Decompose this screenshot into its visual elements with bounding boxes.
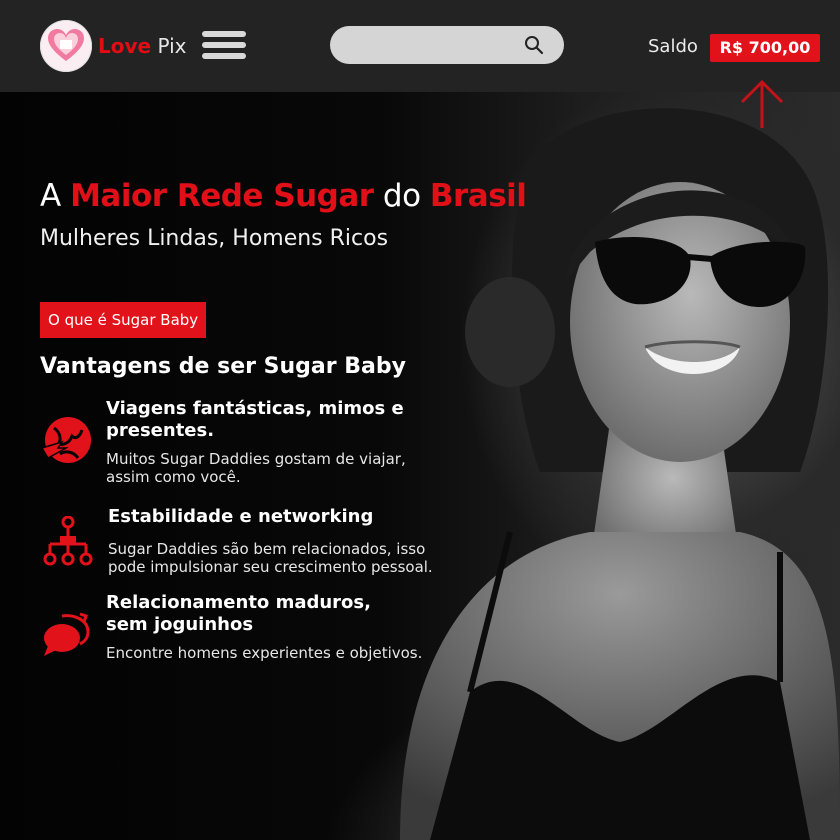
hamburger-line [202, 31, 246, 37]
menu-toggle-button[interactable] [202, 31, 246, 59]
search-icon[interactable] [524, 35, 544, 55]
hero-section: A Maior Rede Sugar do Brasil Mulheres Li… [0, 92, 840, 840]
title-highlight: Maior Rede Sugar [70, 178, 374, 214]
title-word: do [373, 178, 430, 214]
feature-title: Relacionamento maduros, sem joguinhos [106, 592, 371, 636]
feature-title: Estabilidade e networking [108, 506, 373, 528]
feature-title: Viagens fantásticas, mimos e presentes. [106, 398, 404, 442]
page: Love Pix Saldo R$ 700,00 A Maior Rede Su… [0, 0, 840, 840]
title-highlight: Brasil [429, 178, 527, 214]
chat-bubbles-icon [44, 612, 90, 656]
search-input[interactable] [344, 26, 518, 66]
feature-description: Sugar Daddies são bem relacionados, isso… [108, 540, 433, 576]
title-word: A [40, 178, 71, 214]
feature-title-line: Viagens fantásticas, mimos e [106, 398, 404, 419]
brand-name[interactable]: Love Pix [98, 34, 186, 58]
balance-badge[interactable]: R$ 700,00 [710, 34, 820, 62]
brand-pix: Pix [151, 34, 187, 58]
search-bar [330, 26, 564, 66]
feature-description: Encontre homens experientes e objetivos. [106, 644, 422, 662]
feature-desc-line: Encontre homens experientes e objetivos. [106, 644, 423, 662]
network-icon [43, 516, 93, 566]
logo[interactable] [40, 20, 92, 72]
feature-desc-line: Sugar Daddies são bem relacionados, isso [108, 540, 426, 558]
heart-logo-icon [48, 29, 84, 61]
feature-description: Muitos Sugar Daddies gostam de viajar, a… [106, 450, 406, 486]
brand-love: Love [98, 34, 152, 58]
hero-title: A Maior Rede Sugar do Brasil [40, 178, 527, 214]
top-navbar: Love Pix Saldo R$ 700,00 [0, 0, 840, 92]
feature-title-line: presentes. [106, 420, 215, 441]
feature-title-line: Estabilidade e networking [108, 506, 374, 527]
globe-plane-icon [40, 417, 91, 463]
hero-subtitle: Mulheres Lindas, Homens Ricos [40, 226, 389, 251]
feature-desc-line: pode impulsionar seu crescimento pessoal… [108, 558, 433, 576]
arrow-up-icon [740, 79, 784, 128]
balance-label: Saldo [648, 36, 698, 57]
advantages-heading: Vantagens de ser Sugar Baby [40, 354, 406, 379]
feature-title-line: Relacionamento maduros, [106, 592, 371, 613]
feature-desc-line: Muitos Sugar Daddies gostam de viajar, [106, 450, 406, 468]
feature-desc-line: assim como você. [106, 468, 241, 486]
what-is-sugar-baby-button[interactable]: O que é Sugar Baby [40, 302, 207, 338]
hamburger-line [202, 53, 246, 59]
feature-title-line: sem joguinhos [106, 614, 254, 635]
hamburger-line [202, 42, 246, 48]
